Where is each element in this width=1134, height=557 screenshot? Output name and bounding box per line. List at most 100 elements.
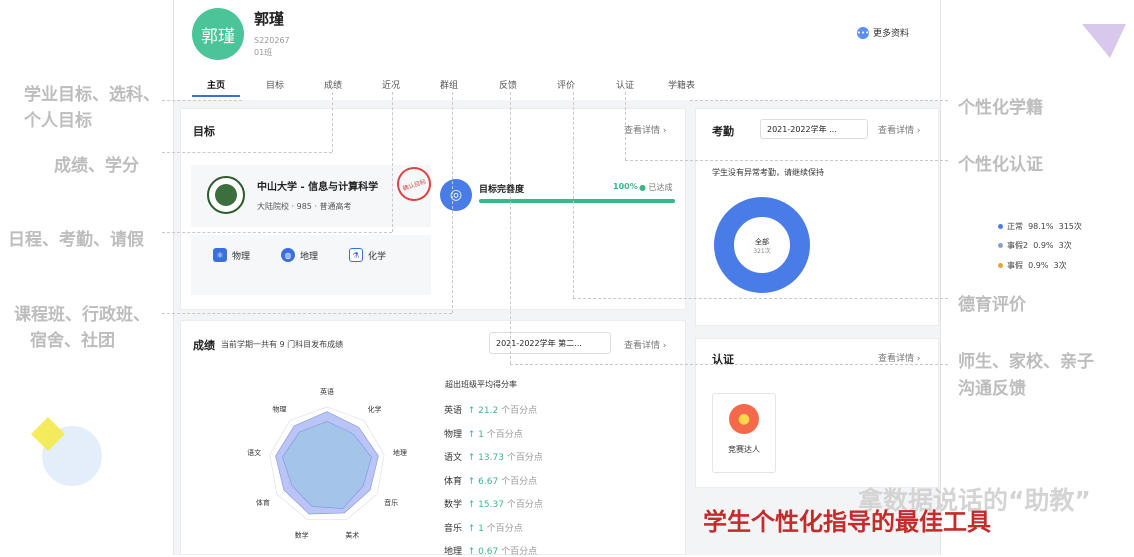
annotation-records: 个性化学籍 [958,98,1043,118]
leader-line [332,92,333,152]
flask-icon: ⚗ [349,248,363,262]
leader-line [573,92,574,298]
class-name: 01班 [254,48,273,57]
avatar: 郭瑾 [192,8,244,60]
grade-row: 音乐 ↑ 1 个百分点 [444,524,523,534]
annotation-schedule: 日程、考勤、请假 [8,230,144,250]
certification-detail-link[interactable]: 查看详情 › [878,351,920,364]
annotation-cert: 个性化认证 [958,155,1043,175]
grade-row: 物理 ↑ 1 个百分点 [444,430,523,440]
tab-groups[interactable]: 群组 [440,78,458,91]
radar-axis-label: 地理 [393,448,407,457]
progress-label: 目标完善度 [479,185,525,195]
tab-feedback[interactable]: 反馈 [499,78,517,91]
confirm-stamp: 确认目标 [392,162,436,206]
donut-center-count: 321次 [753,248,771,255]
annotation-grades: 成绩、学分 [54,156,139,176]
goal-card: 目标 查看详情 › 中山大学 - 信息与计算科学 大陆院校 · 985 · 普通… [180,108,686,310]
progress-fill [479,199,675,203]
profile-header: 郭瑾 郭瑾 S220267 01班 ••• 更多资料 主页 目标 成绩 近况 群… [174,0,940,100]
triangle-decoration [1082,24,1126,58]
leader-line [162,100,242,101]
grades-card: 成绩 当前学期一共有 9 门科目发布成绩 2021-2022学年 第二... 查… [180,320,686,555]
tab-certification[interactable]: 认证 [616,78,634,91]
tab-evaluation[interactable]: 评价 [557,78,575,91]
annotation-moral: 德育评价 [958,295,1026,315]
grade-row: 数学 ↑ 15.37 个百分点 [444,500,543,510]
annotation-comm-2: 沟通反馈 [958,379,1026,399]
compare-title: 超出班级平均得分率 [445,380,517,389]
slogan-tool: 学生个性化指导的最佳工具 [703,508,991,536]
annotation-goal-2: 个人目标 [24,111,92,131]
progress-text: 100% [613,182,638,191]
goal-detail-link[interactable]: 查看详情 › [624,123,666,136]
leader-line [573,298,948,299]
annotation-goal: 学业目标、选科、 [24,85,160,105]
legend-dot [998,224,1003,229]
attendance-message: 学生没有异常考勤，请继续保持 [712,168,824,177]
radar-axis-label: 数学 [295,531,309,540]
goal-title: 目标 [193,125,215,138]
leader-line [162,313,452,314]
annotation-comm: 师生、家校、亲子 [958,352,1094,372]
grade-row: 体育 ↑ 6.67 个百分点 [444,477,538,487]
radar-axis-label: 语文 [247,448,261,457]
subject-choices [191,235,431,295]
legend-leave: 事假 0.9% 3次 [998,260,1067,271]
subject-physics: ⚛ 物理 [213,248,250,262]
legend-dot [998,263,1003,268]
university-logo-icon [207,176,245,214]
legend-dot [998,243,1003,248]
tab-records[interactable]: 学籍表 [668,78,695,91]
tab-goal[interactable]: 目标 [266,78,284,91]
leader-line [690,100,948,101]
student-id: S220267 [254,36,290,45]
student-profile-app: 郭瑾 郭瑾 S220267 01班 ••• 更多资料 主页 目标 成绩 近况 群… [173,0,1082,555]
legend-normal: 正常 98.1% 315次 [998,221,1082,232]
university-tags: 大陆院校 · 985 · 普通高考 [257,202,352,211]
radar-axis-label: 英语 [320,387,334,396]
leader-line [625,160,948,161]
attendance-year-select[interactable]: 2021-2022学年 ... [760,119,868,139]
grades-detail-link[interactable]: 查看详情 › [624,338,666,351]
tab-recent[interactable]: 近况 [382,78,400,91]
grades-radar-chart: 英语化学地理音乐美术 数学 体育 语文 物理 [247,387,407,540]
attendance-detail-link[interactable]: 查看详情 › [878,123,920,136]
university-name: 中山大学 - 信息与计算科学 [257,182,379,193]
progress-status: ● 已达成 [639,183,673,192]
target-icon: ◎ [440,179,472,211]
grades-subtitle: 当前学期一共有 9 门科目发布成绩 [221,340,344,349]
circle-decoration [31,417,102,486]
annotation-classes: 课程班、行政班、 [14,305,150,325]
legend-leave-2: 事假2 0.9% 3次 [998,240,1072,251]
leader-line [162,152,332,153]
radar-axis-label: 美术 [345,531,359,540]
tab-home[interactable]: 主页 [207,78,225,91]
grade-row: 地理 ↑ 0.67 个百分点 [444,547,538,557]
attendance-title: 考勤 [712,125,734,138]
leader-line [510,364,948,365]
subject-geography: ◍ 地理 [281,248,318,262]
more-info-button[interactable]: ••• 更多资料 [857,26,909,39]
more-info-label: 更多资料 [873,29,910,39]
radar-axis-label: 音乐 [384,498,398,507]
target-school: 中山大学 - 信息与计算科学 大陆院校 · 985 · 普通高考 确认目标 [191,162,436,227]
physics-icon: ⚛ [213,248,227,262]
leader-line [392,92,393,232]
annotation-classes-2: 宿舍、社团 [30,331,115,351]
grade-row: 英语 ↑ 21.2 个百分点 [444,406,538,416]
certification-card: 认证 查看详情 › ● 竞赛达人 [695,338,939,488]
radar-axis-label: 化学 [368,404,382,413]
more-icon: ••• [856,26,870,39]
leader-line [625,92,626,160]
progress-track [479,199,675,203]
grade-row: 语文 ↑ 13.73 个百分点 [444,453,543,463]
leader-line [162,232,392,233]
globe-icon: ◍ [281,248,295,262]
student-name: 郭瑾 [254,10,285,28]
radar-axis-label: 物理 [272,404,286,413]
tab-grades[interactable]: 成绩 [324,78,342,91]
badge-competition[interactable]: ● 竞赛达人 [712,393,776,473]
grades-year-select[interactable]: 2021-2022学年 第二... [489,332,611,354]
leader-line [510,92,511,364]
